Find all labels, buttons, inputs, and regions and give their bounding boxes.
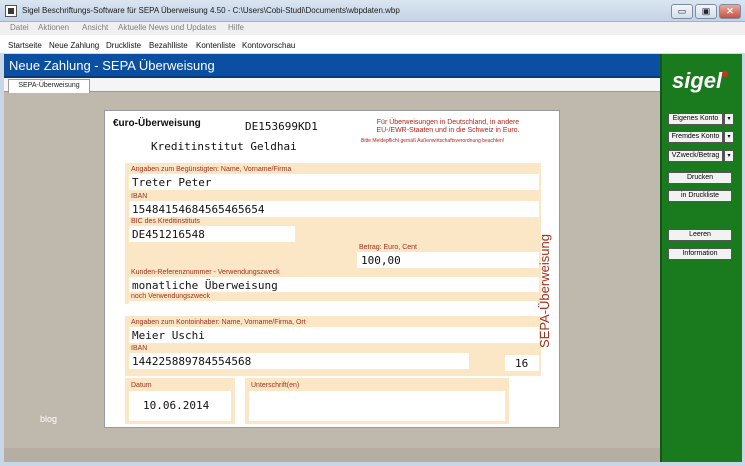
beneficiary-field[interactable]: Treter Peter (129, 174, 539, 190)
form-notice-line: EU-/EWR-Staaten und in die Schweiz in Eu… (376, 127, 520, 134)
toolbar-kontenliste[interactable]: Kontenliste (196, 41, 236, 50)
form-notice-line: Für Überweisungen in Deutschland, in and… (376, 119, 520, 126)
menu-news[interactable]: Aktuelle News und Updates (118, 23, 216, 32)
form-notice: Für Überweisungen in Deutschland, in and… (353, 119, 543, 135)
amount-label: Betrag: Euro, Cent (359, 244, 417, 251)
sepa-vertical-label: SEPA-Überweisung (537, 234, 552, 348)
menu-aktionen[interactable]: Aktionen (38, 23, 69, 32)
logo-text: sigel (672, 68, 723, 93)
iban-field[interactable]: 15484154684565465654 (129, 201, 539, 217)
tab-sepa-ueberweisung[interactable]: SEPA-Überweisung (8, 79, 90, 93)
amount-value: 100,00 (361, 254, 401, 267)
toolbar-kontovorschau[interactable]: Kontovorschau (242, 41, 295, 50)
signature-field[interactable] (249, 391, 505, 421)
iban-label: IBAN (131, 193, 148, 200)
fremdes-konto-button[interactable]: Fremdes Konto (668, 131, 723, 143)
toolbar-startseite[interactable]: Startseite (8, 41, 42, 50)
reference-value: monatliche Überweisung (132, 279, 278, 292)
reference-field[interactable]: monatliche Überweisung (129, 277, 539, 292)
maximize-button[interactable]: ▣ (695, 4, 717, 19)
minimize-button[interactable]: ▭ (671, 4, 693, 19)
toolbar-neue-zahlung[interactable]: Neue Zahlung (49, 41, 99, 50)
sigel-logo: sigel (670, 66, 732, 98)
bic-label: BIC des Kreditinstituts (131, 218, 200, 225)
beneficiary-label: Angaben zum Begünstigten: Name, Vorname/… (131, 166, 292, 173)
bic-value: DE451216548 (132, 228, 205, 241)
reference2-label: noch Verwendungszweck (131, 293, 210, 300)
menu-ansicht[interactable]: Ansicht (82, 23, 108, 32)
drucken-button[interactable]: Drucken (668, 172, 732, 184)
toolbar-bezahlliste[interactable]: Bezahlliste (149, 41, 188, 50)
status-strip (4, 448, 660, 462)
toolbar-druckliste[interactable]: Druckliste (106, 41, 141, 50)
page-header: Neue Zahlung - SEPA Überweisung (4, 54, 660, 78)
payer-iban-label: IBAN (131, 345, 148, 352)
check-code-value: 16 (515, 357, 529, 370)
date-value: 10.06.2014 (143, 399, 210, 412)
iban-value: 15484154684565465654 (132, 203, 265, 216)
amount-field[interactable]: 100,00 (357, 252, 539, 268)
eigenes-konto-button[interactable]: Eigenes Konto (668, 113, 723, 125)
signature-label: Unterschrift(en) (251, 382, 300, 389)
date-field[interactable]: 10.06.2014 (129, 391, 231, 421)
menu-hilfe[interactable]: Hilfe (228, 23, 244, 32)
payer-field[interactable]: Meier Uschi (129, 327, 539, 343)
bic-field[interactable]: DE451216548 (129, 226, 295, 242)
reference2-field[interactable] (129, 301, 539, 314)
in-druckliste-button[interactable]: in Druckliste (668, 190, 732, 202)
payer-value: Meier Uschi (132, 329, 205, 342)
information-button[interactable]: Information (668, 248, 732, 260)
app-icon (5, 5, 17, 17)
date-label: Datum (131, 382, 152, 389)
menu-bar: Datei Aktionen Ansicht Aktuelle News und… (0, 22, 745, 35)
vzweck-betrag-button[interactable]: VZweck/Betrag (668, 150, 723, 162)
menu-datei[interactable]: Datei (10, 23, 29, 32)
form-notice-small: Bitte Meldepflicht gemäß Außenwirtschaft… (361, 138, 505, 144)
tab-strip: SEPA-Überweisung (4, 78, 660, 93)
leeren-button[interactable]: Leeren (668, 229, 732, 241)
bic-top-value: DE153699KD1 (245, 120, 318, 133)
toolbar: Startseite Neue Zahlung Druckliste Bezah… (0, 35, 745, 54)
vzweck-betrag-dropdown-icon[interactable]: ▾ (724, 150, 734, 162)
close-button[interactable]: ✕ (719, 4, 741, 19)
fremdes-konto-dropdown-icon[interactable]: ▾ (724, 131, 734, 143)
payer-iban-value: 1442258897845545​68 (132, 355, 252, 368)
blog-link[interactable]: blog (40, 414, 57, 424)
page-title: Neue Zahlung - SEPA Überweisung (9, 58, 215, 73)
sepa-form: €uro-Überweisung DE153699KD1 Kreditinsti… (104, 110, 560, 428)
reference-label: Kunden-Referenznummer - Verwendungszweck (131, 269, 280, 276)
sepa-vertical-text: SEPA-Überweisung (537, 234, 552, 348)
form-heading: €uro-Überweisung (113, 118, 201, 129)
payer-label: Angaben zum Kontoinhaber: Name, Vorname/… (131, 319, 306, 326)
logo-dot-icon (722, 71, 728, 77)
payer-iban-field[interactable]: 1442258897845545​68 (129, 353, 469, 369)
beneficiary-value: Treter Peter (132, 176, 212, 189)
window-titlebar: Sigel Beschriftungs-Software für SEPA Üb… (0, 0, 745, 22)
eigenes-konto-dropdown-icon[interactable]: ▾ (724, 113, 734, 125)
check-code-field: 16 (505, 355, 539, 371)
bank-name: Kreditinstitut Geldhai (151, 140, 297, 153)
window-title: Sigel Beschriftungs-Software für SEPA Üb… (22, 6, 400, 15)
